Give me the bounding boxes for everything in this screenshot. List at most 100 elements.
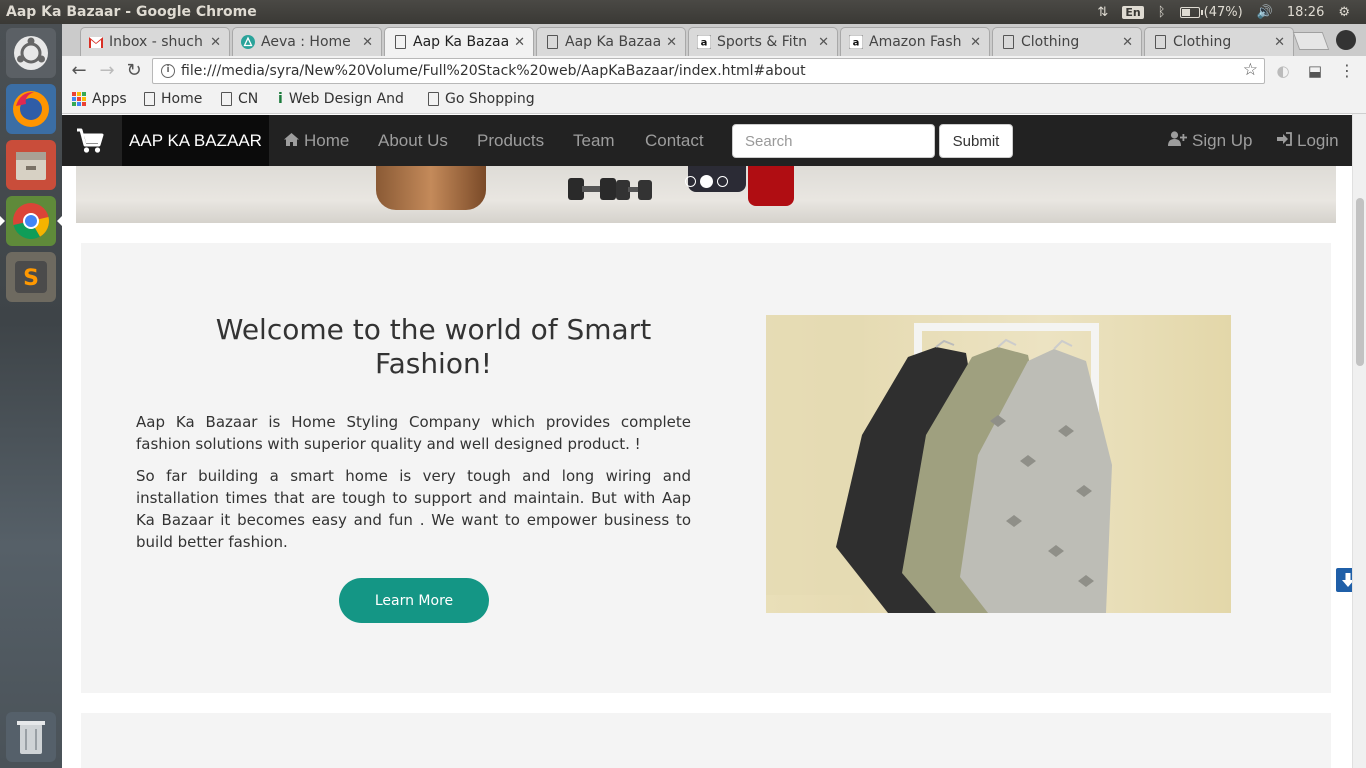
scrollbar-thumb[interactable] — [1356, 198, 1364, 366]
system-tray: ⇅ En ᛒ (47%) 🔊 18:26 ⚙ — [1097, 0, 1350, 24]
scroll-down-icon[interactable] — [1336, 568, 1352, 592]
bookmark-home[interactable]: Home — [144, 91, 202, 107]
tab-clothing-2[interactable]: Clothing ✕ — [1144, 27, 1294, 56]
bookmark-go-shopping[interactable]: Go Shopping — [428, 91, 535, 107]
close-tab-icon[interactable]: ✕ — [1122, 35, 1133, 50]
new-tab-button[interactable] — [1292, 32, 1330, 50]
forward-icon[interactable]: → — [96, 60, 118, 82]
nav-about-us[interactable]: About Us — [378, 115, 448, 166]
extension-icon[interactable]: ◐ — [1272, 60, 1294, 82]
battery-icon — [1179, 6, 1203, 18]
bookmark-web-design[interactable]: i Web Design And — [278, 91, 404, 107]
trash-icon[interactable] — [6, 712, 56, 762]
user-plus-icon — [1168, 130, 1187, 151]
brand-logo[interactable]: AAP KA BAZAAR — [122, 115, 269, 166]
bookmark-label: Web Design And — [288, 91, 404, 107]
nav-label: Login — [1297, 130, 1339, 150]
tab-title: Inbox - shuch — [109, 34, 203, 50]
tab-title: Aeva : Home — [261, 34, 351, 50]
tab-title: Aap Ka Bazaa — [413, 34, 510, 50]
menu-dots-icon[interactable]: ⋮ — [1336, 60, 1358, 82]
battery-indicator[interactable]: (47%) — [1179, 4, 1243, 20]
close-tab-icon[interactable]: ✕ — [1274, 35, 1285, 50]
submit-button[interactable]: Submit — [939, 124, 1013, 158]
close-tab-icon[interactable]: ✕ — [210, 35, 221, 50]
site-info-icon[interactable]: i — [161, 64, 175, 78]
network-icon[interactable]: ⇅ — [1097, 5, 1108, 20]
carousel-dot[interactable] — [717, 176, 728, 187]
files-icon[interactable] — [6, 140, 56, 190]
bookmark-label: CN — [238, 91, 259, 107]
search-input[interactable]: Search — [732, 124, 935, 158]
nav-label: Home — [304, 130, 350, 150]
close-tab-icon[interactable]: ✕ — [818, 35, 829, 50]
chrome-icon[interactable] — [0, 196, 62, 246]
sublime-icon[interactable]: S — [6, 252, 56, 302]
bookmark-label: Apps — [92, 91, 127, 107]
carousel-dot[interactable] — [685, 176, 696, 187]
close-tab-icon[interactable]: ✕ — [666, 35, 677, 50]
nav-sign-up[interactable]: Sign Up — [1168, 115, 1252, 166]
tab-inbox[interactable]: Inbox - shuch ✕ — [80, 27, 230, 56]
tab-aap-ka-bazaar-active[interactable]: Aap Ka Bazaa ✕ — [384, 27, 534, 56]
about-paragraph-2: So far building a smart home is very tou… — [136, 467, 691, 551]
page-icon — [221, 92, 232, 106]
about-section: Welcome to the world of Smart Fashion! A… — [81, 243, 1331, 693]
site-navbar: AAP KA BAZAAR Home About Us Products Tea… — [62, 115, 1352, 166]
power-gear-icon[interactable]: ⚙ — [1338, 5, 1350, 20]
extension-2-icon[interactable]: ⬓ — [1304, 60, 1326, 82]
carousel-indicators — [685, 175, 728, 188]
tab-amazon-fashion[interactable]: a Amazon Fash ✕ — [840, 27, 990, 56]
nav-team[interactable]: Team — [573, 115, 615, 166]
info-favicon-icon: i — [278, 91, 283, 107]
launcher: S — [0, 24, 62, 768]
page-icon — [1153, 35, 1167, 49]
carousel-dot-active[interactable] — [700, 175, 713, 188]
amazon-icon: a — [849, 35, 863, 49]
home-icon — [284, 131, 299, 151]
page-scrollbar[interactable] — [1352, 114, 1366, 768]
battery-percent: (47%) — [1203, 4, 1243, 20]
nav-home[interactable]: Home — [284, 115, 349, 166]
keyboard-layout-indicator[interactable]: En — [1122, 5, 1144, 19]
page-icon — [428, 92, 439, 106]
back-icon[interactable]: ← — [68, 60, 90, 82]
volume-icon[interactable]: 🔊 — [1257, 5, 1273, 20]
dash-icon[interactable] — [6, 28, 56, 78]
cart-icon[interactable] — [76, 128, 104, 154]
about-heading: Welcome to the world of Smart Fashion! — [215, 313, 652, 380]
bookmark-star-icon[interactable]: ☆ — [1243, 60, 1258, 80]
bluetooth-icon[interactable]: ᛒ — [1158, 5, 1166, 20]
tab-title: Clothing — [1173, 34, 1232, 50]
address-bar[interactable]: i file:///media/syra/New%20Volume/Full%2… — [152, 58, 1265, 84]
dumbbell-image — [568, 178, 652, 200]
tab-aap-ka-bazaar[interactable]: Aap Ka Bazaa ✕ — [536, 27, 686, 56]
tab-clothing[interactable]: Clothing ✕ — [992, 27, 1142, 56]
page-icon — [144, 92, 155, 106]
login-icon — [1277, 131, 1292, 151]
bookmark-label: Home — [161, 91, 203, 107]
gmail-icon — [89, 35, 103, 49]
close-tab-icon[interactable]: ✕ — [970, 35, 981, 50]
svg-text:a: a — [701, 38, 708, 49]
nav-contact[interactable]: Contact — [645, 115, 704, 166]
close-tab-icon[interactable]: ✕ — [514, 35, 525, 50]
apps-grid-icon — [72, 92, 86, 106]
tab-title: Sports & Fitn — [717, 34, 807, 50]
nav-products[interactable]: Products — [477, 115, 544, 166]
bookmark-cn[interactable]: CN — [221, 91, 258, 107]
tab-sports-fitness[interactable]: a Sports & Fitn ✕ — [688, 27, 838, 56]
hero-carousel — [76, 166, 1336, 223]
nav-login[interactable]: Login — [1277, 115, 1339, 166]
firefox-icon[interactable] — [6, 84, 56, 134]
close-tab-icon[interactable]: ✕ — [362, 35, 373, 50]
learn-more-button[interactable]: Learn More — [339, 578, 489, 623]
reload-icon[interactable]: ↻ — [123, 60, 145, 82]
profile-avatar-icon[interactable] — [1336, 30, 1356, 50]
window-title: Aap Ka Bazaar - Google Chrome — [6, 4, 257, 20]
bookmark-apps[interactable]: Apps — [72, 91, 127, 107]
tab-aeva[interactable]: Aeva : Home ✕ — [232, 27, 382, 56]
clock[interactable]: 18:26 — [1287, 5, 1324, 20]
page-viewport: AAP KA BAZAAR Home About Us Products Tea… — [62, 114, 1352, 768]
browser-toolbar: ← → ↻ i file:///media/syra/New%20Volume/… — [62, 56, 1366, 86]
